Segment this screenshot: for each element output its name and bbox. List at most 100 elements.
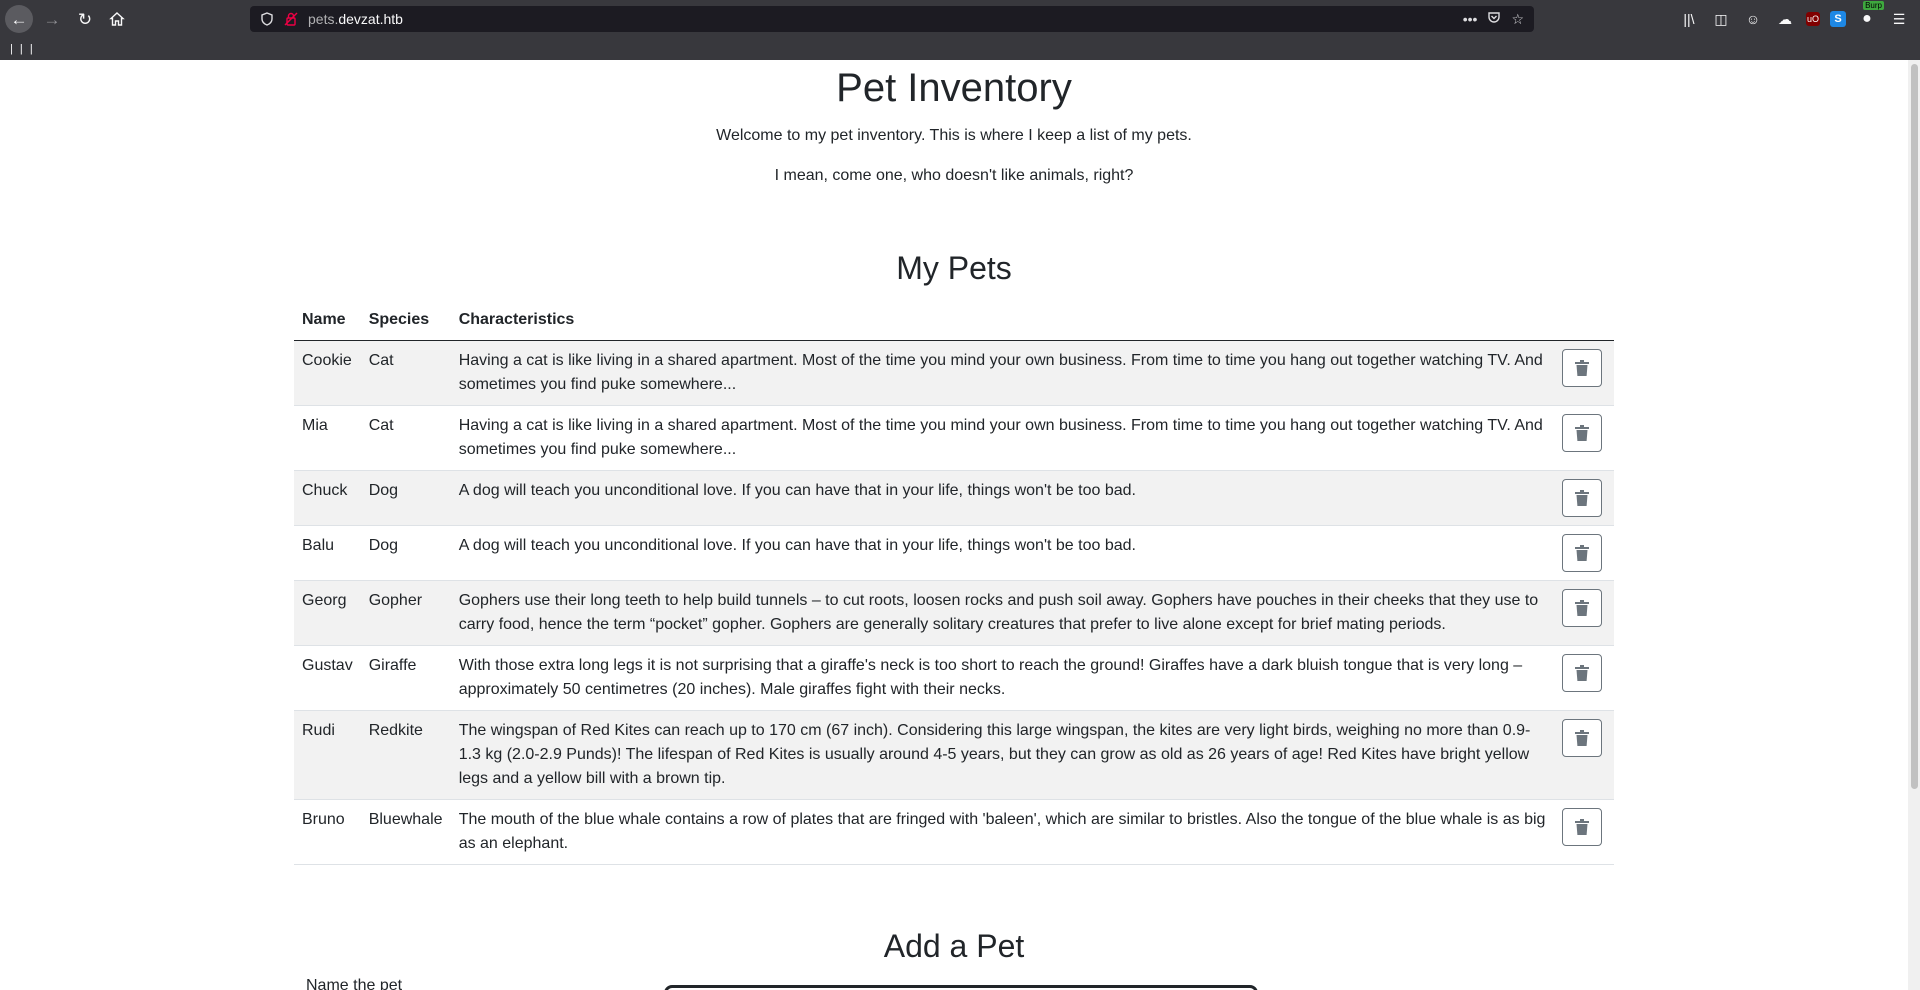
page-viewport: Pet Inventory Welcome to my pet inventor… (0, 60, 1908, 990)
pet-name: Rudi (294, 710, 361, 800)
pet-name: Bruno (294, 799, 361, 865)
pet-characteristics: Gophers use their long teeth to help bui… (450, 580, 1554, 646)
pet-name: Chuck (294, 470, 361, 526)
back-button[interactable]: ← (5, 5, 33, 33)
arrow-left-icon: ← (10, 9, 28, 29)
account-icon[interactable]: ☺ (1742, 8, 1764, 30)
menu-hamburger-icon[interactable]: ☰ (1888, 8, 1910, 30)
shopping-extension-icon[interactable]: S (1830, 11, 1846, 27)
pet-characteristics: The mouth of the blue whale contains a r… (450, 799, 1554, 865)
pet-actions (1554, 799, 1614, 865)
pets-table: Name Species Characteristics Cookie Cat Ha… (294, 300, 1614, 865)
delete-pet-button[interactable] (1562, 589, 1602, 627)
pet-species: Bluewhale (360, 799, 451, 865)
trash-icon (1575, 665, 1589, 681)
table-row: Rudi Redkite The wingspan of Red Kites can… (294, 710, 1614, 800)
tracking-shield-icon[interactable] (258, 10, 276, 28)
reload-button[interactable]: ↻ (71, 5, 99, 33)
pet-species: Dog (360, 525, 451, 581)
arrow-right-icon: → (43, 9, 61, 29)
delete-pet-button[interactable] (1562, 719, 1602, 757)
burp-badge: Burp (1863, 1, 1884, 10)
page-title: Pet Inventory (836, 66, 1072, 110)
pet-actions (1554, 645, 1614, 711)
toolbar-icons: ||\ ◫ ☺ ☁ uO S ● Burp ☰ (1678, 1, 1920, 31)
trash-icon (1575, 730, 1589, 746)
url-text[interactable]: pets.devzat.htb (308, 11, 403, 27)
url-domain: devzat.htb (338, 11, 403, 27)
pet-name-label: Name the pet (306, 977, 403, 990)
table-header-row: Name Species Characteristics (294, 300, 1614, 341)
page-actions-icon[interactable]: ••• (1463, 11, 1478, 28)
browser-chrome: ← → ↻ pets.devzat.htb ••• ☆ ||\ ◫ ☺ ☁ uO… (0, 0, 1920, 60)
reload-icon: ↻ (77, 9, 93, 29)
table-row: Gustav Giraffe With those extra long legs … (294, 645, 1614, 711)
url-subdomain: pets. (308, 11, 339, 27)
table-row: Georg Gopher Gophers use their long teeth … (294, 580, 1614, 646)
intro-subtext: I mean, come one, who doesn't like anima… (774, 167, 1134, 184)
intro-text: Welcome to my pet inventory. This is whe… (716, 127, 1192, 144)
delete-pet-button[interactable] (1562, 414, 1602, 452)
pet-species: Gopher (360, 580, 451, 646)
table-row: Bruno Bluewhale The mouth of the blue whal… (294, 799, 1614, 865)
burp-extension-icon[interactable]: ● Burp (1856, 1, 1884, 30)
forward-button[interactable]: → (38, 5, 66, 33)
pet-characteristics: A dog will teach you unconditional love.… (450, 525, 1554, 581)
home-icon (109, 12, 125, 26)
table-row: Cookie Cat Having a cat is like living in … (294, 340, 1614, 406)
pet-name: Gustav (294, 645, 361, 711)
trash-icon (1575, 360, 1589, 376)
pet-species: Dog (360, 470, 451, 526)
pocket-icon[interactable] (1487, 11, 1501, 28)
pet-characteristics: Having a cat is like living in a shared … (450, 405, 1554, 471)
bookmark-star-icon[interactable]: ☆ (1511, 11, 1524, 28)
table-row: Mia Cat Having a cat is like living in a s… (294, 405, 1614, 471)
pet-species: Cat (360, 405, 451, 471)
sidebar-icon[interactable]: ◫ (1710, 8, 1732, 30)
trash-icon (1575, 819, 1589, 835)
table-row: Balu Dog A dog will teach you unconditiona… (294, 525, 1614, 581)
my-pets-heading: My Pets (896, 250, 1012, 286)
extension-cloud-icon[interactable]: ☁ (1774, 8, 1796, 30)
pet-actions (1554, 340, 1614, 406)
page-scrollbar[interactable] (1908, 60, 1920, 990)
pet-species: Redkite (360, 710, 451, 800)
delete-pet-button[interactable] (1562, 808, 1602, 846)
home-button[interactable] (103, 5, 131, 33)
pet-characteristics: With those extra long legs it is not sur… (450, 645, 1554, 711)
pet-actions (1554, 710, 1614, 800)
add-pet-heading: Add a Pet (883, 928, 1025, 964)
header-species: Species (360, 300, 451, 341)
pet-species: Giraffe (360, 645, 451, 711)
trash-icon (1575, 490, 1589, 506)
pet-actions (1554, 580, 1614, 646)
pet-name-input[interactable] (664, 985, 1258, 990)
pet-name: Cookie (294, 340, 361, 406)
nav-toolbar: ← → ↻ pets.devzat.htb ••• ☆ ||\ ◫ ☺ ☁ uO… (0, 0, 1920, 38)
delete-pet-button[interactable] (1562, 349, 1602, 387)
pet-name: Balu (294, 525, 361, 581)
pet-name: Mia (294, 405, 361, 471)
pet-characteristics: Having a cat is like living in a shared … (450, 340, 1554, 406)
pet-characteristics: A dog will teach you unconditional love.… (450, 470, 1554, 526)
insecure-lock-icon[interactable] (282, 10, 300, 28)
header-actions (1554, 300, 1614, 341)
header-name: Name (294, 300, 361, 341)
library-icon[interactable]: ||\ (1678, 8, 1700, 30)
pet-actions (1554, 525, 1614, 581)
header-characteristics: Characteristics (450, 300, 1554, 341)
trash-icon (1575, 600, 1589, 616)
pet-species: Cat (360, 340, 451, 406)
delete-pet-button[interactable] (1562, 654, 1602, 692)
table-row: Chuck Dog A dog will teach you uncondition… (294, 470, 1614, 526)
pet-actions (1554, 470, 1614, 526)
trash-icon (1575, 425, 1589, 441)
ublock-origin-icon[interactable]: uO (1806, 12, 1820, 26)
pet-actions (1554, 405, 1614, 471)
delete-pet-button[interactable] (1562, 479, 1602, 517)
scrollbar-thumb[interactable] (1911, 64, 1918, 789)
pet-name: Georg (294, 580, 361, 646)
delete-pet-button[interactable] (1562, 534, 1602, 572)
pet-characteristics: The wingspan of Red Kites can reach up t… (450, 710, 1554, 800)
url-bar[interactable]: pets.devzat.htb ••• ☆ (250, 6, 1534, 32)
